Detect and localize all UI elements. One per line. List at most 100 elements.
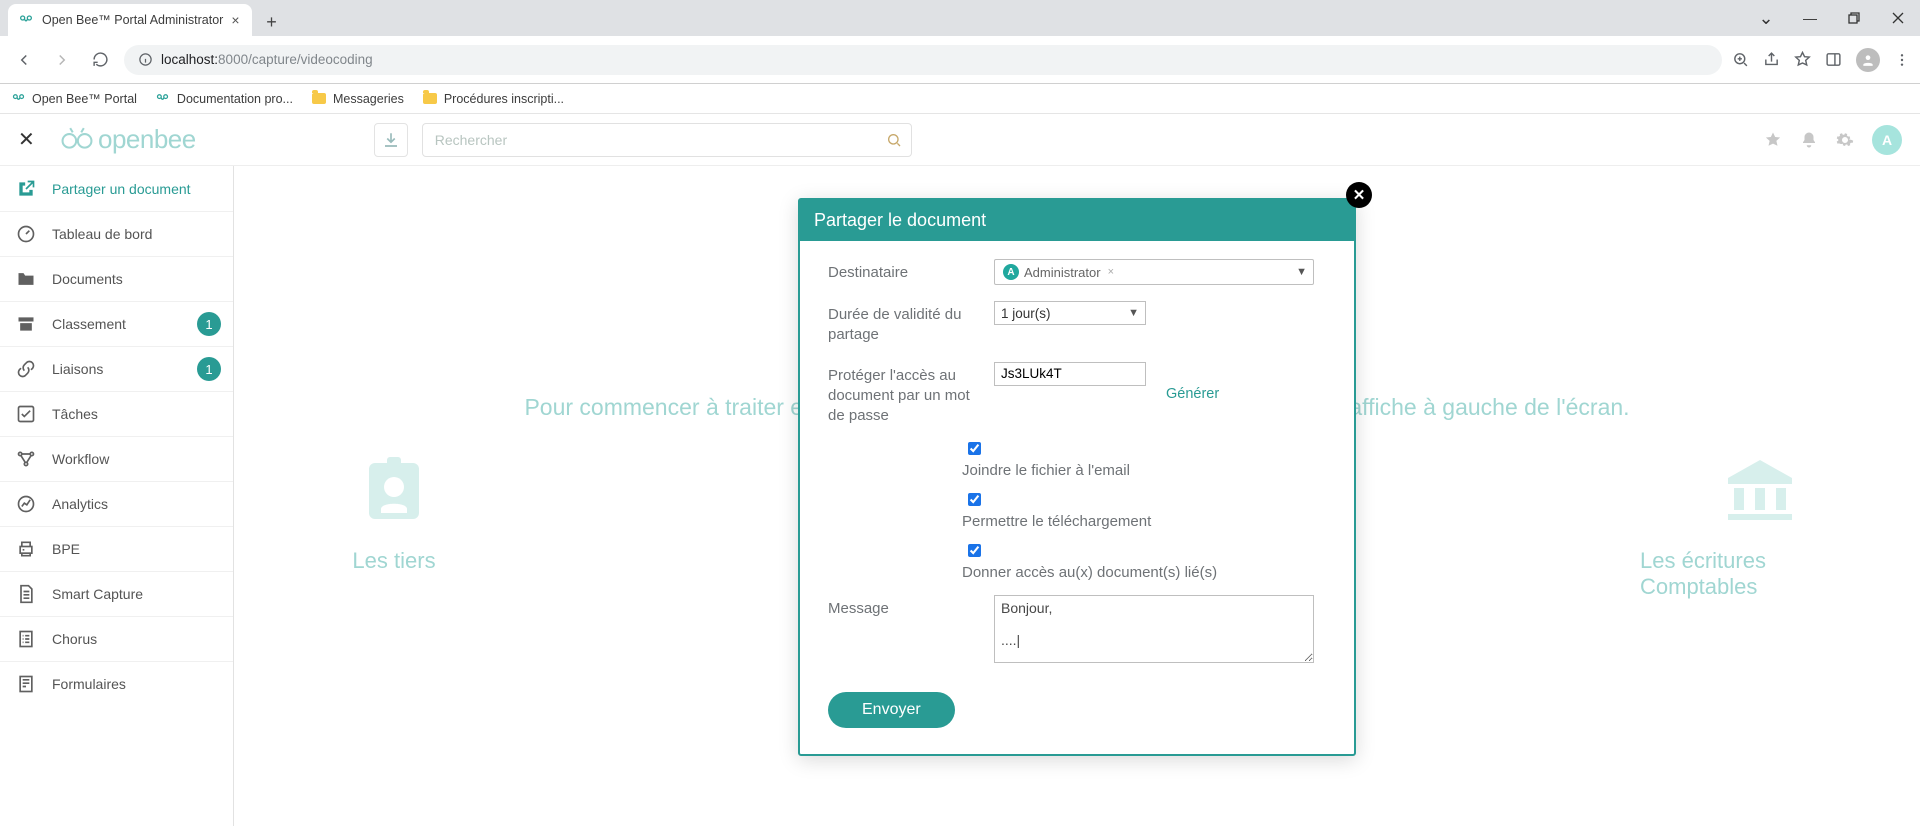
sidebar-item-bpe[interactable]: BPE bbox=[0, 526, 233, 571]
sidebar-item-forms[interactable]: Formulaires bbox=[0, 661, 233, 706]
bookmark-item[interactable]: Procédures inscripti... bbox=[422, 91, 564, 107]
profile-avatar-icon[interactable] bbox=[1856, 48, 1880, 72]
sidebar-item-dashboard[interactable]: Tableau de bord bbox=[0, 211, 233, 256]
sidebar-item-smartcapture[interactable]: Smart Capture bbox=[0, 571, 233, 616]
form-icon bbox=[14, 674, 38, 694]
bee-icon bbox=[18, 12, 34, 28]
back-button[interactable] bbox=[10, 46, 38, 74]
sidebar-item-tasks[interactable]: Tâches bbox=[0, 391, 233, 436]
sidebar-item-label: Formulaires bbox=[52, 676, 126, 692]
sidebar-item-analytics[interactable]: Analytics bbox=[0, 481, 233, 526]
link-icon bbox=[14, 359, 38, 379]
search-input[interactable] bbox=[422, 123, 912, 157]
attach-checkbox[interactable] bbox=[968, 442, 981, 455]
recipient-select[interactable]: A Administrator × ▼ bbox=[994, 259, 1314, 285]
maximize-button[interactable] bbox=[1832, 0, 1876, 36]
linked-docs-checkbox[interactable] bbox=[968, 544, 981, 557]
close-window-button[interactable] bbox=[1876, 0, 1920, 36]
download-button[interactable] bbox=[374, 123, 408, 157]
bee-icon bbox=[155, 91, 171, 107]
bookmark-item[interactable]: Messageries bbox=[311, 91, 404, 107]
topbar-right: A bbox=[1764, 125, 1902, 155]
address-bar[interactable]: localhost:8000/capture/videocoding bbox=[124, 45, 1722, 75]
url-host: localhost:8000/capture/videocoding bbox=[161, 52, 373, 67]
bookmark-star-icon[interactable] bbox=[1794, 51, 1811, 68]
gear-icon[interactable] bbox=[1836, 131, 1854, 149]
sidebar-item-chorus[interactable]: Chorus bbox=[0, 616, 233, 661]
reload-button[interactable] bbox=[86, 46, 114, 74]
bell-icon[interactable] bbox=[1800, 131, 1818, 149]
send-button[interactable]: Envoyer bbox=[828, 692, 955, 728]
sidebar-item-label: BPE bbox=[52, 541, 80, 557]
minimize-button[interactable]: — bbox=[1788, 0, 1832, 36]
folder-icon bbox=[311, 91, 327, 107]
sidebar-item-label: Partager un document bbox=[52, 181, 191, 197]
sidebar-item-workflow[interactable]: Workflow bbox=[0, 436, 233, 481]
duration-select[interactable]: 1 jour(s) ▼ bbox=[994, 301, 1146, 325]
close-sidebar-icon[interactable]: ✕ bbox=[18, 127, 42, 152]
app-root: ✕ openbee A Partager un doc bbox=[0, 114, 1920, 826]
bookmarks-bar: Open Bee™ Portal Documentation pro... Me… bbox=[0, 84, 1920, 114]
forward-button[interactable] bbox=[48, 46, 76, 74]
sidebar-badge: 1 bbox=[197, 357, 221, 381]
folder-icon bbox=[14, 269, 38, 289]
kebab-menu-icon[interactable] bbox=[1894, 52, 1910, 68]
chip-avatar: A bbox=[1003, 264, 1019, 280]
openbee-logo[interactable]: openbee bbox=[60, 124, 196, 155]
sidebar-item-share[interactable]: Partager un document bbox=[0, 166, 233, 211]
chevron-down-icon[interactable]: ▼ bbox=[1128, 307, 1139, 319]
window-dropdown-icon[interactable]: ⌄ bbox=[1744, 0, 1788, 36]
password-label: Protéger l'accès au document par un mot … bbox=[828, 362, 988, 427]
remove-chip-icon[interactable]: × bbox=[1108, 266, 1114, 278]
bookmark-label: Procédures inscripti... bbox=[444, 92, 564, 106]
sidebar-item-filing[interactable]: Classement 1 bbox=[0, 301, 233, 346]
search-wrap bbox=[422, 123, 912, 157]
sidebar-badge: 1 bbox=[197, 312, 221, 336]
new-tab-button[interactable]: + bbox=[258, 8, 286, 36]
search-icon[interactable] bbox=[886, 132, 902, 148]
flow-icon bbox=[14, 449, 38, 469]
gauge-icon bbox=[14, 224, 38, 244]
duration-value: 1 jour(s) bbox=[1001, 306, 1051, 321]
attach-label: Joindre le fichier à l'email bbox=[962, 462, 1326, 479]
message-textarea[interactable] bbox=[994, 595, 1314, 663]
duration-label: Durée de validité du partage bbox=[828, 301, 988, 346]
password-input[interactable] bbox=[994, 362, 1146, 386]
star-icon[interactable] bbox=[1764, 131, 1782, 149]
modal-close-button[interactable]: ✕ bbox=[1346, 182, 1372, 208]
address-bar-row: localhost:8000/capture/videocoding bbox=[0, 36, 1920, 83]
sidebar-item-documents[interactable]: Documents bbox=[0, 256, 233, 301]
recipient-chip[interactable]: A Administrator × bbox=[999, 263, 1118, 281]
bookmark-item[interactable]: Open Bee™ Portal bbox=[10, 91, 137, 107]
browser-chrome: Open Bee™ Portal Administrator × + ⌄ — bbox=[0, 0, 1920, 84]
archive-icon bbox=[14, 314, 38, 334]
chip-name: Administrator bbox=[1024, 265, 1101, 280]
site-info-icon[interactable] bbox=[138, 52, 153, 67]
user-avatar[interactable]: A bbox=[1872, 125, 1902, 155]
zoom-icon[interactable] bbox=[1732, 51, 1749, 68]
share-url-icon[interactable] bbox=[1763, 51, 1780, 68]
tab-title: Open Bee™ Portal Administrator bbox=[42, 13, 223, 27]
allow-download-checkbox[interactable] bbox=[968, 493, 981, 506]
analytics-icon bbox=[14, 494, 38, 514]
tab-strip: Open Bee™ Portal Administrator × + ⌄ — bbox=[0, 0, 1920, 36]
bookmark-label: Open Bee™ Portal bbox=[32, 92, 137, 106]
sidebar-item-label: Tâches bbox=[52, 406, 98, 422]
bookmark-label: Messageries bbox=[333, 92, 404, 106]
sidebar-item-links[interactable]: Liaisons 1 bbox=[0, 346, 233, 391]
chevron-down-icon[interactable]: ▼ bbox=[1296, 266, 1307, 278]
sidebar-item-label: Workflow bbox=[52, 451, 109, 467]
sidebar: Partager un document Tableau de bord Doc… bbox=[0, 114, 234, 826]
close-icon[interactable]: × bbox=[231, 12, 239, 28]
printer-icon bbox=[14, 539, 38, 559]
logo-text: openbee bbox=[98, 124, 196, 155]
side-panel-icon[interactable] bbox=[1825, 51, 1842, 68]
bee-icon bbox=[10, 91, 26, 107]
bookmark-item[interactable]: Documentation pro... bbox=[155, 91, 293, 107]
doc-lines-icon bbox=[14, 584, 38, 604]
recipient-label: Destinataire bbox=[828, 259, 988, 283]
browser-tab[interactable]: Open Bee™ Portal Administrator × bbox=[8, 4, 252, 36]
share-icon bbox=[14, 179, 38, 199]
generate-link[interactable]: Générer bbox=[1166, 386, 1219, 402]
check-icon bbox=[14, 404, 38, 424]
